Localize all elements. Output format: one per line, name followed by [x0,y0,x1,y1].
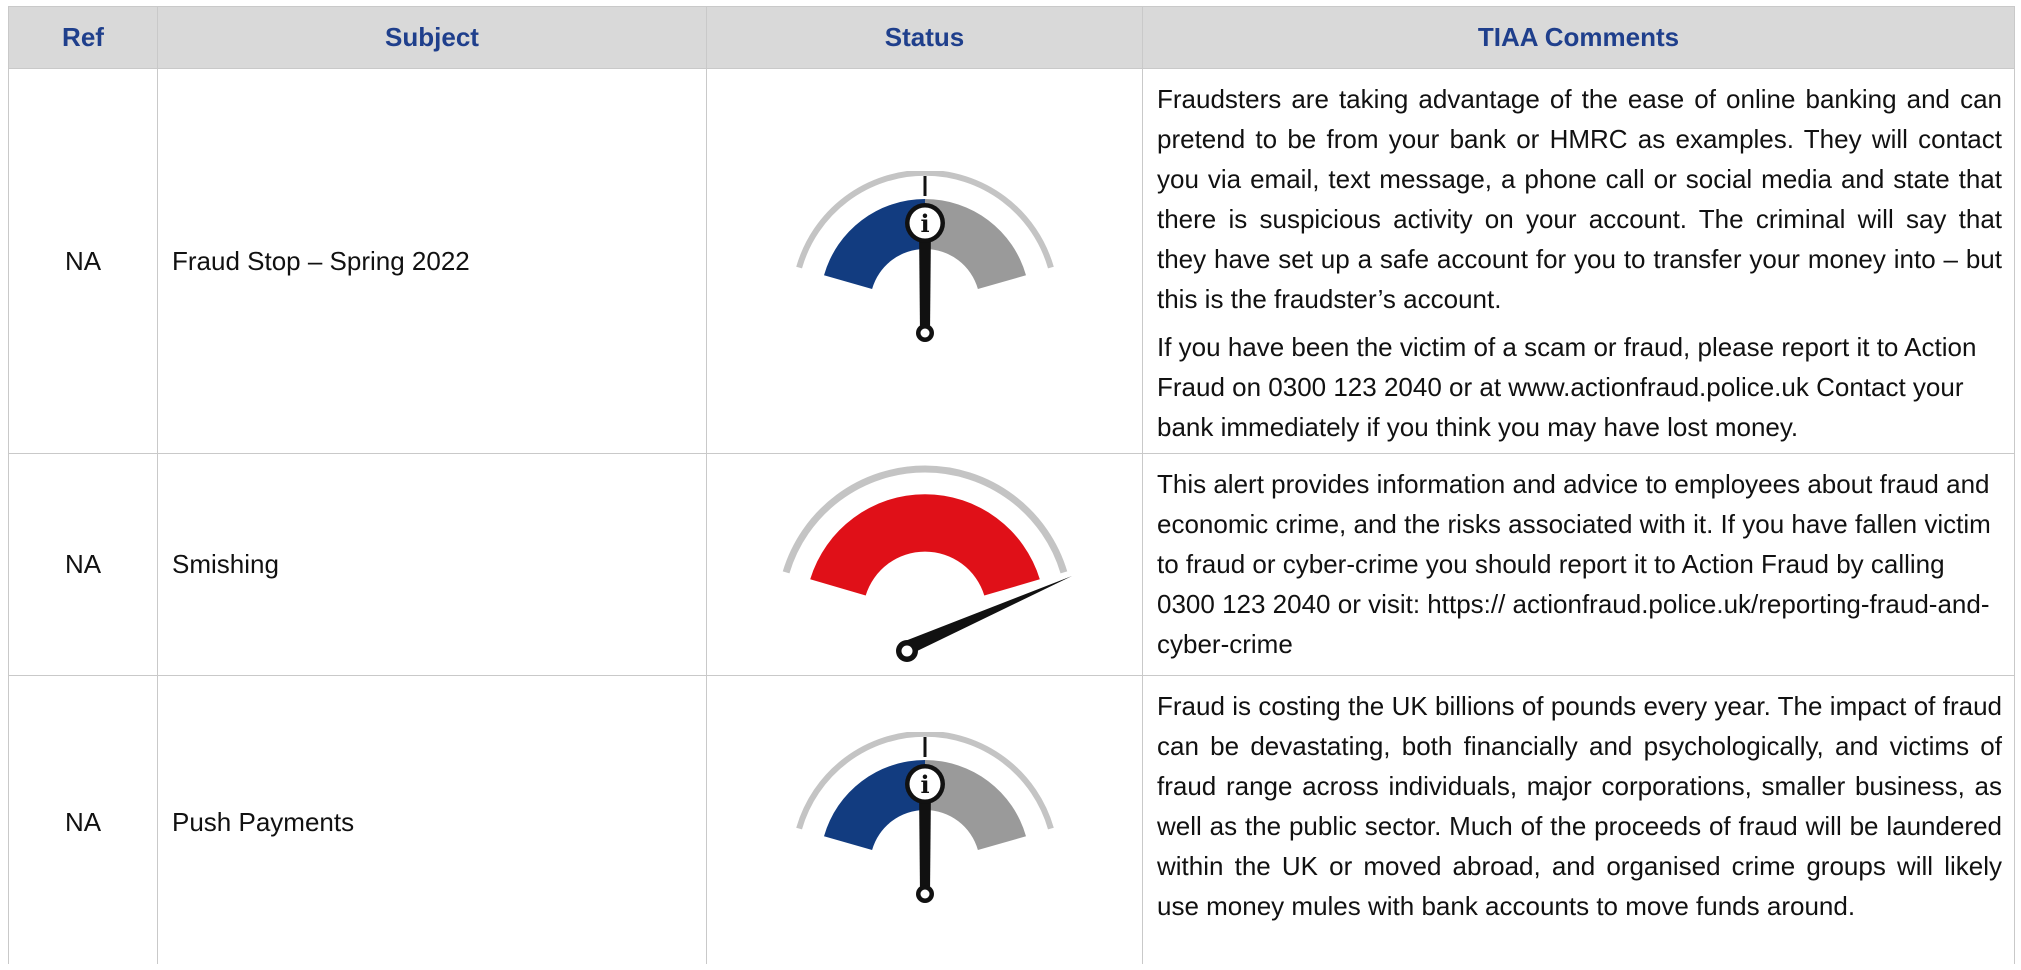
comments-cell: This alert provides information and advi… [1142,453,2015,676]
comment-paragraph: This alert provides information and advi… [1157,469,1991,659]
status-cell: i [706,675,1143,969]
header-status: Status [706,6,1143,69]
info-gauge-icon: i [795,171,1054,342]
comment-paragraph: If you have been the victim of a scam or… [1157,332,1977,442]
header-comments: TIAA Comments [1142,6,2015,69]
table-header-row: Ref Subject Status TIAA Comments [8,6,2015,69]
svg-text:i: i [920,209,929,238]
subject-cell: Fraud Stop – Spring 2022 [157,68,707,454]
info-gauge-icon: i [795,732,1054,903]
subject-cell: Push Payments [157,675,707,969]
status-table: Ref Subject Status TIAA Comments NA Frau… [8,6,2015,969]
table-row: NA Fraud Stop – Spring 2022 i Fraudsters… [8,68,2015,454]
ref-cell: NA [8,453,158,676]
status-cell [706,453,1143,676]
status-table-container: Ref Subject Status TIAA Comments NA Frau… [8,6,2015,969]
comment-paragraph: Fraud is costing the UK billions of poun… [1157,691,2002,921]
comment-paragraph: Fraudsters are taking advantage of the e… [1157,84,2002,314]
subject-cell: Smishing [157,453,707,676]
header-ref: Ref [8,6,158,69]
comments-cell: Fraudsters are taking advantage of the e… [1142,68,2015,454]
page-bottom-edge [0,964,2021,970]
svg-text:i: i [920,770,929,799]
ref-cell: NA [8,68,158,454]
header-subject: Subject [157,6,707,69]
table-row: NA Smishing This alert provides informat… [8,453,2015,676]
status-cell: i [706,68,1143,454]
table-row: NA Push Payments i Fraud is costing the … [8,675,2015,969]
comments-cell: Fraud is costing the UK billions of poun… [1142,675,2015,969]
ref-cell: NA [8,675,158,969]
high-risk-gauge-icon [782,465,1072,662]
